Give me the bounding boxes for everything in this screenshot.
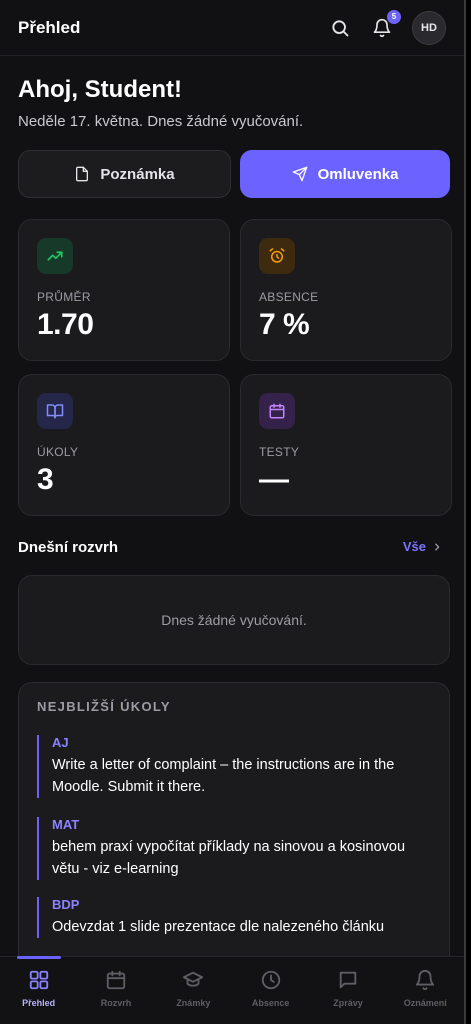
average-label: PRŮMĚR: [37, 290, 91, 304]
task-subject: AJ: [52, 735, 69, 750]
message-icon: [339, 971, 357, 989]
note-button[interactable]: Poznámka: [18, 150, 231, 198]
task-subject: BDP: [52, 897, 80, 912]
task-item[interactable]: BDP Odevzdat 1 slide prezentace dle nale…: [37, 897, 433, 938]
nav-item-messages[interactable]: Zprávy: [309, 957, 386, 1024]
nav-item-notices[interactable]: Oznámení: [387, 957, 464, 1024]
document-icon: [76, 166, 89, 182]
schedule-all-label: Vše: [402, 539, 426, 554]
absence-card[interactable]: ABSENCE 7 %: [240, 219, 452, 361]
bottom-nav: Přehled Rozvrh Známky Absence Zprávy Ozn…: [0, 956, 464, 1024]
schedule-all-link[interactable]: Vše: [403, 539, 442, 554]
open-book-icon: [37, 393, 73, 429]
nav-label: Přehled: [22, 998, 56, 1008]
homework-value: 3: [37, 463, 54, 496]
bell-icon: [416, 970, 435, 991]
trending-up-icon: [37, 238, 73, 274]
search-icon[interactable]: [328, 16, 352, 40]
clock-icon: [261, 970, 280, 990]
graduation-cap-icon: [183, 971, 204, 987]
homework-label: ÚKOLY: [37, 445, 79, 459]
schedule-title: Dnešní rozvrh: [18, 539, 119, 556]
nav-label: Známky: [176, 998, 211, 1008]
excuse-button-label: Omluvenka: [317, 165, 399, 183]
send-icon: [292, 166, 307, 182]
nav-label: Absence: [251, 998, 290, 1008]
app-screen: Přehled 5 HD Ahoj, Student! Neděle 17. k…: [0, 0, 466, 1024]
calendar-icon: [106, 970, 126, 990]
notification-badge: 5: [387, 9, 401, 24]
task-text: Write a letter of complaint – the instru…: [52, 757, 395, 795]
calendar-icon: [259, 393, 295, 429]
task-text: Odevzdat 1 slide prezentace dle nalezené…: [52, 919, 385, 935]
nav-item-schedule[interactable]: Rozvrh: [77, 957, 154, 1024]
schedule-empty-state: Dnes žádné vyučování.: [18, 575, 450, 665]
upcoming-tasks-panel: NEJBLIŽŠÍ ÚKOLY AJ Write a letter of com…: [18, 682, 450, 972]
nav-item-absence[interactable]: Absence: [232, 957, 309, 1024]
notifications-button[interactable]: 5: [370, 9, 401, 40]
tests-label: TESTY: [259, 445, 300, 459]
excuse-button[interactable]: Omluvenka: [240, 150, 450, 198]
alarm-clock-icon: [259, 238, 295, 274]
task-subject: MAT: [52, 817, 80, 832]
tests-value: —: [259, 463, 289, 496]
grid-icon: [29, 970, 48, 990]
nav-label: Rozvrh: [100, 998, 132, 1008]
nav-label: Zprávy: [333, 998, 363, 1008]
greeting-title: Ahoj, Student!: [18, 76, 182, 103]
tests-card[interactable]: TESTY —: [240, 374, 452, 516]
homework-card[interactable]: ÚKOLY 3: [18, 374, 230, 516]
nav-label: Oznámení: [403, 998, 447, 1008]
nav-item-overview[interactable]: Přehled: [0, 956, 77, 1024]
avatar[interactable]: HD: [412, 10, 446, 45]
tasks-title: NEJBLIŽŠÍ ÚKOLY: [37, 699, 171, 714]
nav-item-grades[interactable]: Známky: [155, 957, 232, 1024]
task-item[interactable]: MAT behem praxí vypočítat příklady na si…: [37, 817, 433, 880]
top-bar: Přehled 5 HD: [0, 0, 464, 56]
absence-value: 7 %: [259, 308, 310, 341]
average-card[interactable]: PRŮMĚR 1.70: [18, 219, 230, 361]
absence-label: ABSENCE: [259, 290, 319, 304]
note-button-label: Poznámka: [100, 165, 175, 183]
schedule-empty-text: Dnes žádné vyučování.: [161, 612, 307, 628]
task-item[interactable]: AJ Write a letter of complaint – the ins…: [37, 735, 433, 798]
chevron-right-icon: [435, 542, 440, 551]
average-value: 1.70: [37, 308, 94, 341]
page-title: Přehled: [18, 17, 81, 37]
task-text: behem praxí vypočítat příklady na sinovo…: [52, 839, 406, 877]
greeting-subtitle: Neděle 17. května. Dnes žádné vyučování.: [18, 113, 304, 130]
